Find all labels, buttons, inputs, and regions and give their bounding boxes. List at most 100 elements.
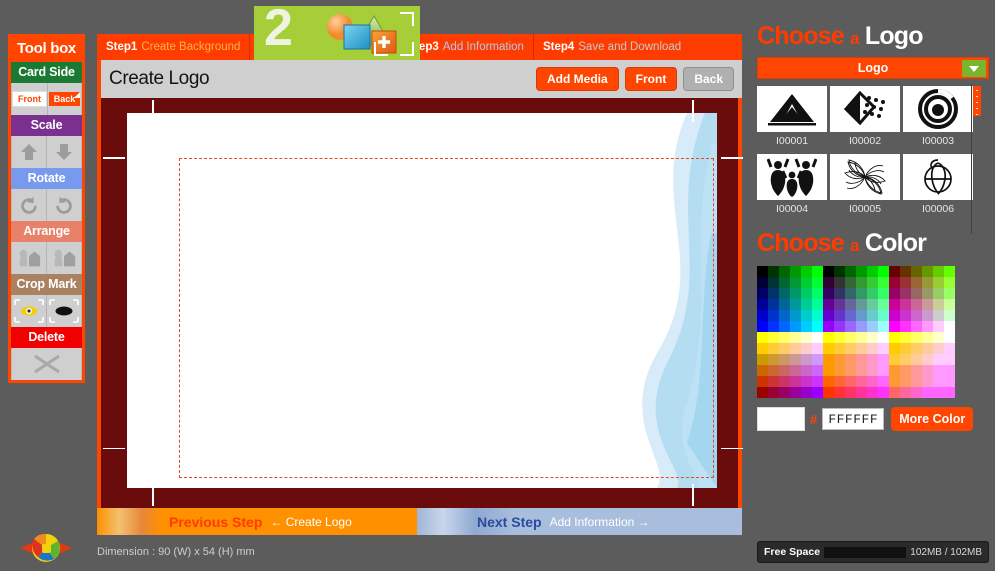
color-swatch[interactable] (856, 387, 867, 398)
color-swatch[interactable] (845, 299, 856, 310)
logo-thumb-I00003[interactable] (903, 86, 973, 132)
back-button[interactable]: Back (48, 83, 81, 115)
color-swatch[interactable] (779, 332, 790, 343)
color-swatch[interactable] (768, 299, 779, 310)
previous-step-button[interactable]: Previous Step ← Create Logo (97, 508, 417, 535)
color-swatch[interactable] (801, 321, 812, 332)
color-swatch[interactable] (845, 387, 856, 398)
color-swatch[interactable] (790, 266, 801, 277)
color-swatch[interactable] (812, 321, 823, 332)
color-swatch[interactable] (779, 365, 790, 376)
color-swatch[interactable] (856, 365, 867, 376)
crop-mark-show-button[interactable] (12, 295, 47, 327)
step-tab-2-active[interactable]: 2 (254, 6, 420, 62)
color-swatch[interactable] (933, 277, 944, 288)
color-preview-swatch[interactable] (757, 407, 805, 431)
color-swatch[interactable] (900, 343, 911, 354)
color-swatch[interactable] (900, 310, 911, 321)
color-swatch[interactable] (768, 365, 779, 376)
color-swatch[interactable] (856, 343, 867, 354)
color-swatch[interactable] (889, 354, 900, 365)
color-swatch[interactable] (812, 387, 823, 398)
color-swatch[interactable] (834, 277, 845, 288)
color-swatch[interactable] (779, 299, 790, 310)
color-swatch[interactable] (867, 332, 878, 343)
color-swatch[interactable] (801, 277, 812, 288)
color-swatch[interactable] (779, 343, 790, 354)
color-swatch[interactable] (823, 321, 834, 332)
color-swatch[interactable] (911, 343, 922, 354)
color-swatch[interactable] (933, 354, 944, 365)
color-swatch[interactable] (856, 288, 867, 299)
color-swatch[interactable] (757, 266, 768, 277)
color-swatch[interactable] (878, 365, 889, 376)
color-swatch[interactable] (768, 277, 779, 288)
color-swatch[interactable] (768, 266, 779, 277)
color-swatch[interactable] (812, 266, 823, 277)
color-swatch[interactable] (944, 299, 955, 310)
color-swatch[interactable] (856, 354, 867, 365)
color-swatch[interactable] (823, 387, 834, 398)
color-swatch[interactable] (845, 310, 856, 321)
color-swatch[interactable] (889, 343, 900, 354)
color-swatch[interactable] (812, 343, 823, 354)
bring-forward-button[interactable] (12, 242, 47, 274)
color-swatch[interactable] (779, 310, 790, 321)
color-swatch[interactable] (790, 288, 801, 299)
color-swatch[interactable] (911, 288, 922, 299)
color-swatch[interactable] (834, 332, 845, 343)
color-swatch[interactable] (911, 310, 922, 321)
scale-up-button[interactable] (12, 136, 47, 168)
color-swatch[interactable] (856, 332, 867, 343)
color-swatch[interactable] (790, 387, 801, 398)
color-swatch[interactable] (779, 321, 790, 332)
color-swatch[interactable] (889, 365, 900, 376)
delete-button[interactable] (12, 348, 81, 380)
color-swatch[interactable] (801, 310, 812, 321)
color-swatch[interactable] (790, 376, 801, 387)
color-swatch[interactable] (801, 299, 812, 310)
color-swatch[interactable] (812, 310, 823, 321)
color-swatch[interactable] (812, 376, 823, 387)
color-swatch[interactable] (834, 387, 845, 398)
color-swatch[interactable] (889, 387, 900, 398)
color-swatch[interactable] (933, 266, 944, 277)
color-swatch[interactable] (911, 387, 922, 398)
color-swatch[interactable] (834, 343, 845, 354)
color-swatch[interactable] (911, 332, 922, 343)
color-swatch[interactable] (812, 332, 823, 343)
color-swatch[interactable] (779, 387, 790, 398)
color-swatch[interactable] (867, 277, 878, 288)
color-swatch[interactable] (856, 321, 867, 332)
color-swatch[interactable] (889, 376, 900, 387)
color-swatch[interactable] (845, 376, 856, 387)
color-swatch[interactable] (900, 376, 911, 387)
color-swatch[interactable] (823, 376, 834, 387)
color-swatch[interactable] (878, 266, 889, 277)
color-swatch[interactable] (768, 332, 779, 343)
color-swatch[interactable] (823, 299, 834, 310)
color-swatch[interactable] (757, 277, 768, 288)
color-swatch[interactable] (768, 288, 779, 299)
color-swatch[interactable] (878, 354, 889, 365)
color-swatch[interactable] (845, 277, 856, 288)
color-swatch[interactable] (933, 332, 944, 343)
color-swatch[interactable] (801, 343, 812, 354)
logo-item-I00005[interactable]: I00005 (830, 154, 900, 215)
color-swatch[interactable] (911, 354, 922, 365)
color-swatch[interactable] (768, 343, 779, 354)
color-swatch[interactable] (900, 365, 911, 376)
color-swatch[interactable] (834, 365, 845, 376)
color-swatch[interactable] (900, 354, 911, 365)
logo-thumb-I00001[interactable] (757, 86, 827, 132)
color-swatch[interactable] (933, 310, 944, 321)
more-color-button[interactable]: More Color (891, 407, 974, 431)
color-swatch[interactable] (911, 321, 922, 332)
color-swatch[interactable] (867, 299, 878, 310)
color-swatch[interactable] (922, 277, 933, 288)
color-swatch[interactable] (790, 310, 801, 321)
color-swatch[interactable] (867, 365, 878, 376)
color-swatch[interactable] (889, 266, 900, 277)
color-swatch[interactable] (867, 387, 878, 398)
color-swatch[interactable] (768, 387, 779, 398)
